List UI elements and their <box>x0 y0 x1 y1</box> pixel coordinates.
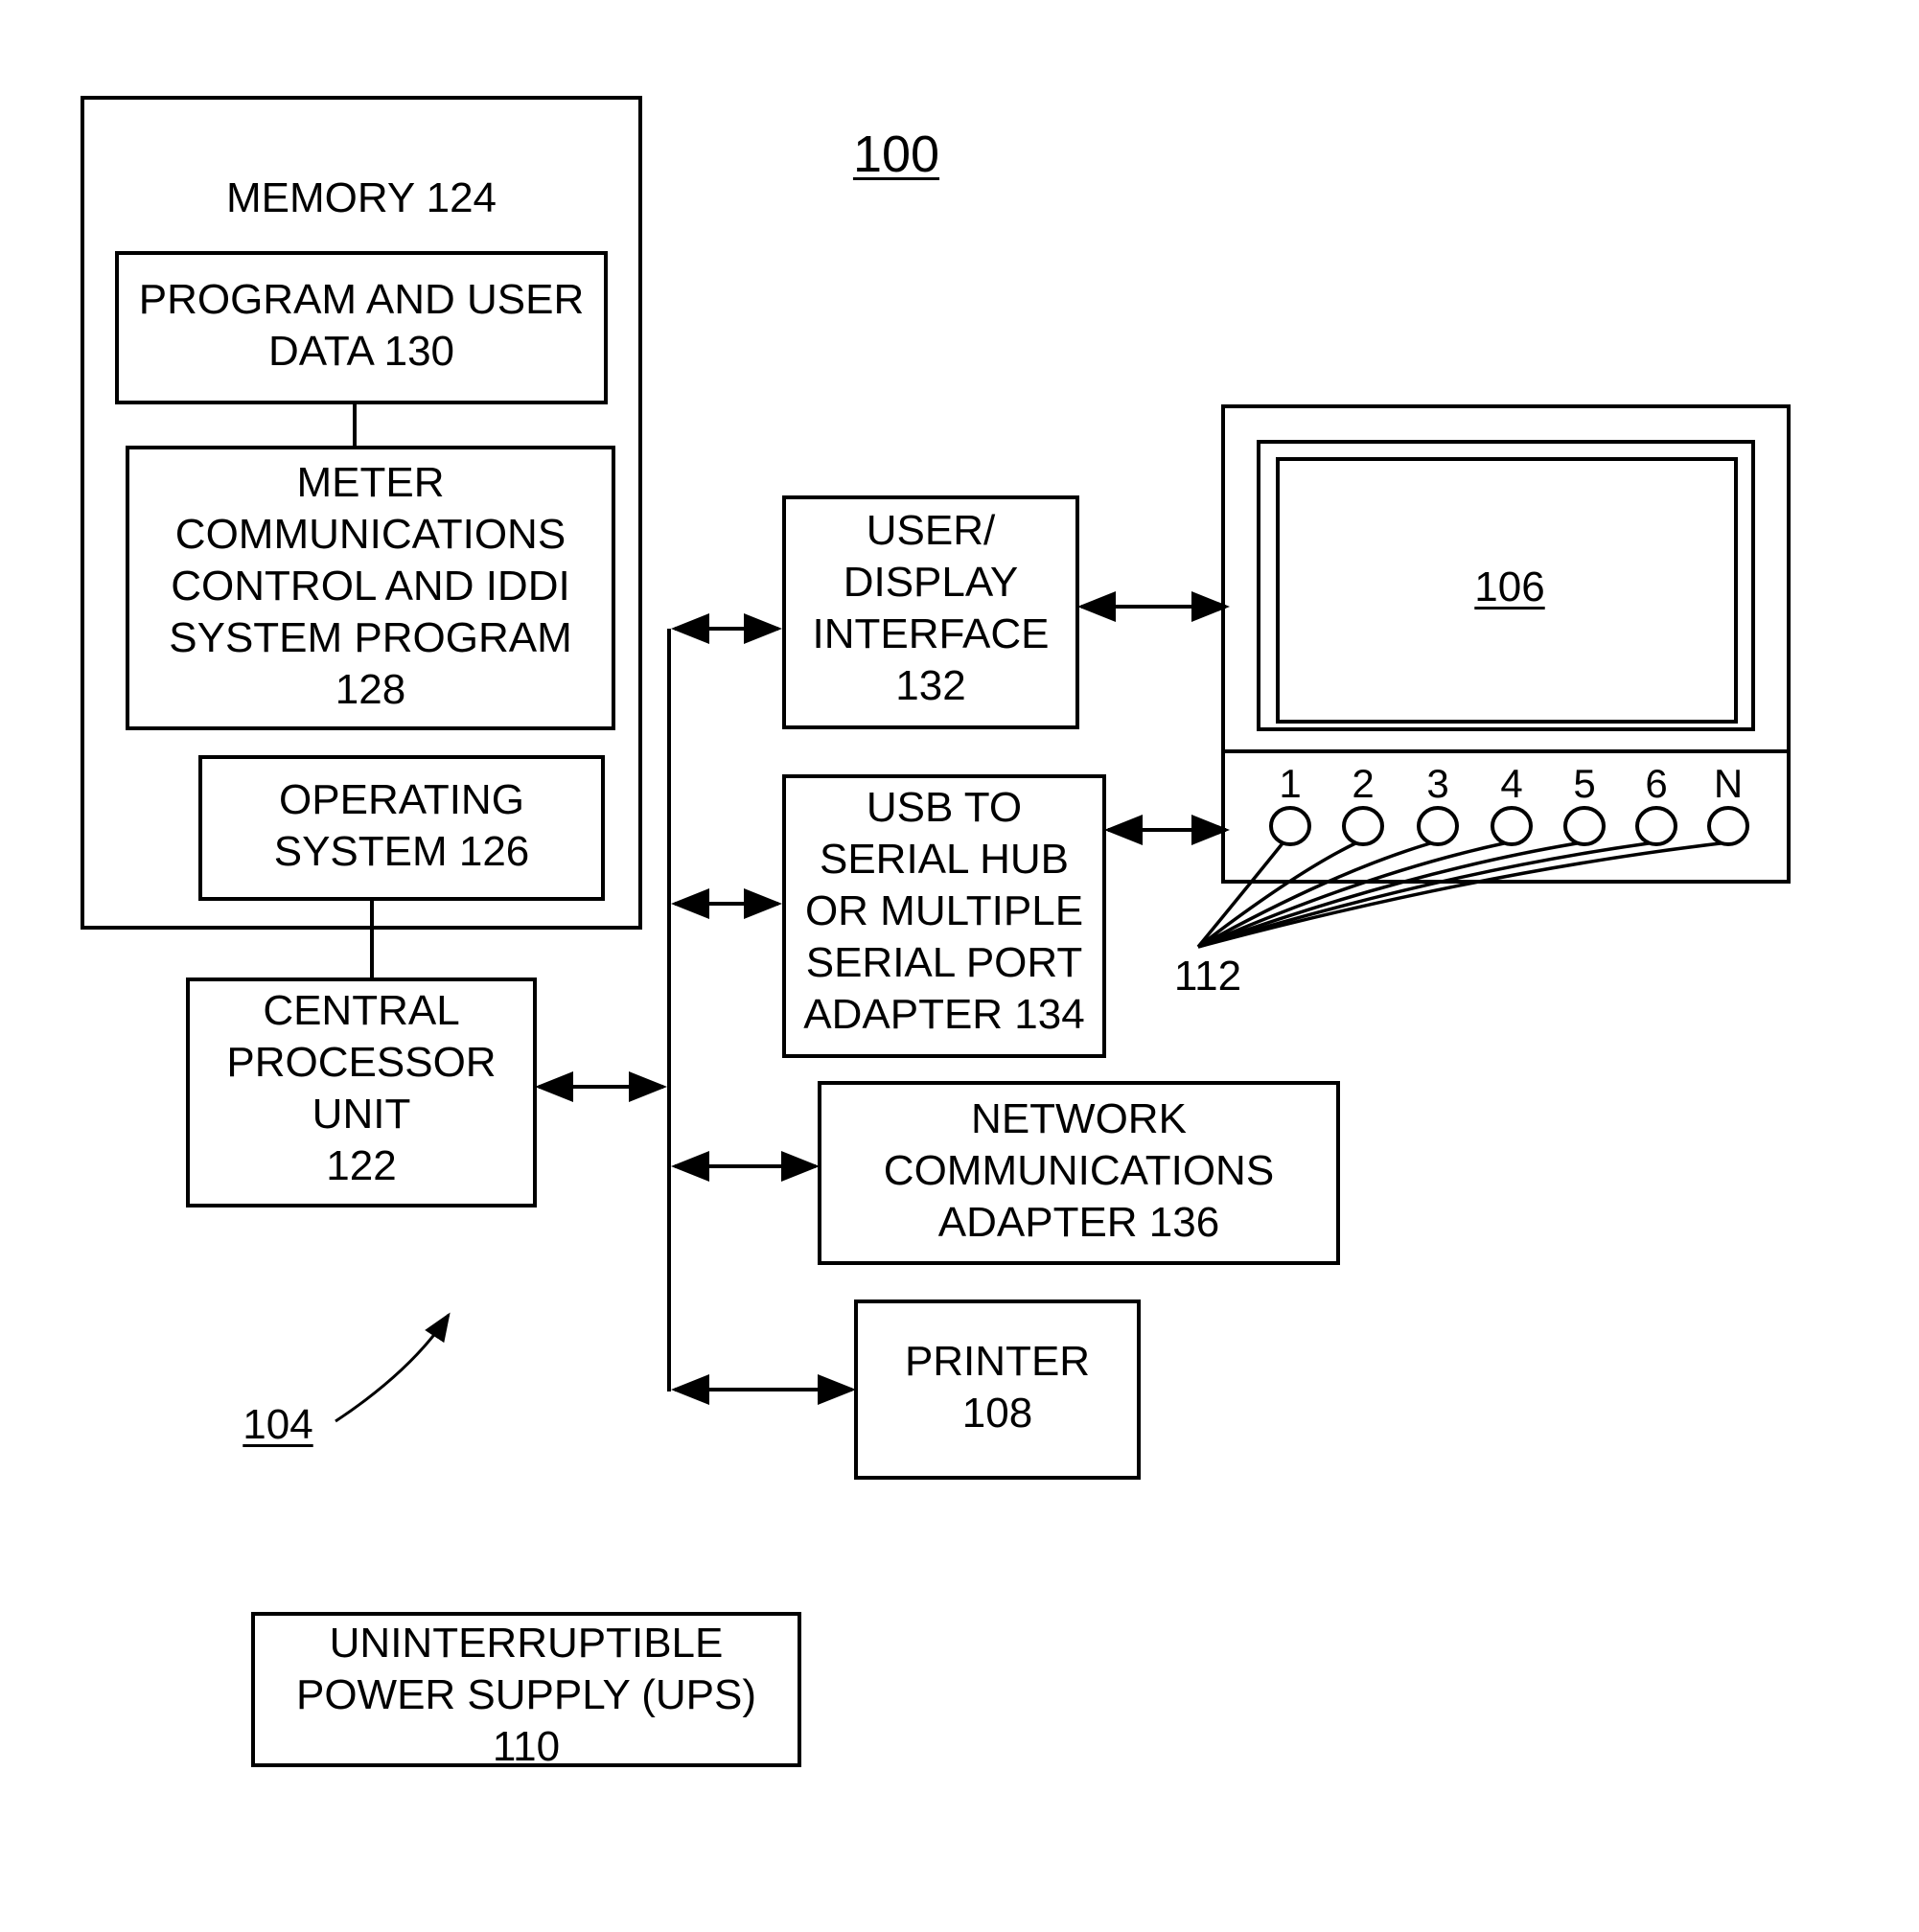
block-diagram: MEMORY 124 PROGRAM AND USER DATA 130 MET… <box>0 0 1919 1932</box>
meter-program-label: METER COMMUNICATIONS CONTROL AND IDDI SY… <box>169 459 572 713</box>
ports-reference-112: 112 <box>1173 953 1242 1000</box>
serial-port-5 <box>1563 806 1606 846</box>
figure-reference-100: 100 <box>852 126 940 183</box>
port-number-1: 1 <box>1279 761 1302 806</box>
display-reference-106: 106 <box>1474 564 1545 610</box>
printer-label: PRINTER 108 <box>904 1338 1091 1437</box>
user-display-interface-label: USER/ DISPLAY INTERFACE 132 <box>812 507 1050 709</box>
serial-port-2 <box>1342 806 1384 846</box>
program-data-label: PROGRAM AND USER DATA 130 <box>138 276 585 375</box>
port-fan-lines <box>1196 841 1722 949</box>
operating-system-label: OPERATING SYSTEM 126 <box>273 776 530 875</box>
serial-port-3 <box>1417 806 1459 846</box>
port-circles <box>1269 806 1749 846</box>
system-reference-104: 104 <box>243 1401 313 1448</box>
port-fan-line-6 <box>1197 841 1650 949</box>
serial-port-4 <box>1491 806 1533 846</box>
port-number-6: 6 <box>1645 761 1668 806</box>
cpu-label: CENTRAL PROCESSOR UNIT 122 <box>226 987 497 1189</box>
port-number-3: 3 <box>1426 761 1449 806</box>
ups-label: UNINTERRUPTIBLE POWER SUPPLY (UPS) 110 <box>295 1620 757 1770</box>
memory-title: MEMORY 124 <box>225 174 497 221</box>
port-number-5: 5 <box>1573 761 1596 806</box>
reference-104-arrow <box>335 1312 451 1423</box>
serial-port-6 <box>1635 806 1677 846</box>
port-number-N: N <box>1713 761 1744 806</box>
port-number-2: 2 <box>1352 761 1375 806</box>
port-number-4: 4 <box>1500 761 1523 806</box>
serial-port-N <box>1707 806 1749 846</box>
network-adapter-label: NETWORK COMMUNICATIONS ADAPTER 136 <box>883 1095 1275 1246</box>
port-fan-line-N <box>1197 841 1722 949</box>
usb-serial-adapter-label: USB TO SERIAL HUB OR MULTIPLE SERIAL POR… <box>803 784 1085 1038</box>
serial-port-1 <box>1269 806 1311 846</box>
